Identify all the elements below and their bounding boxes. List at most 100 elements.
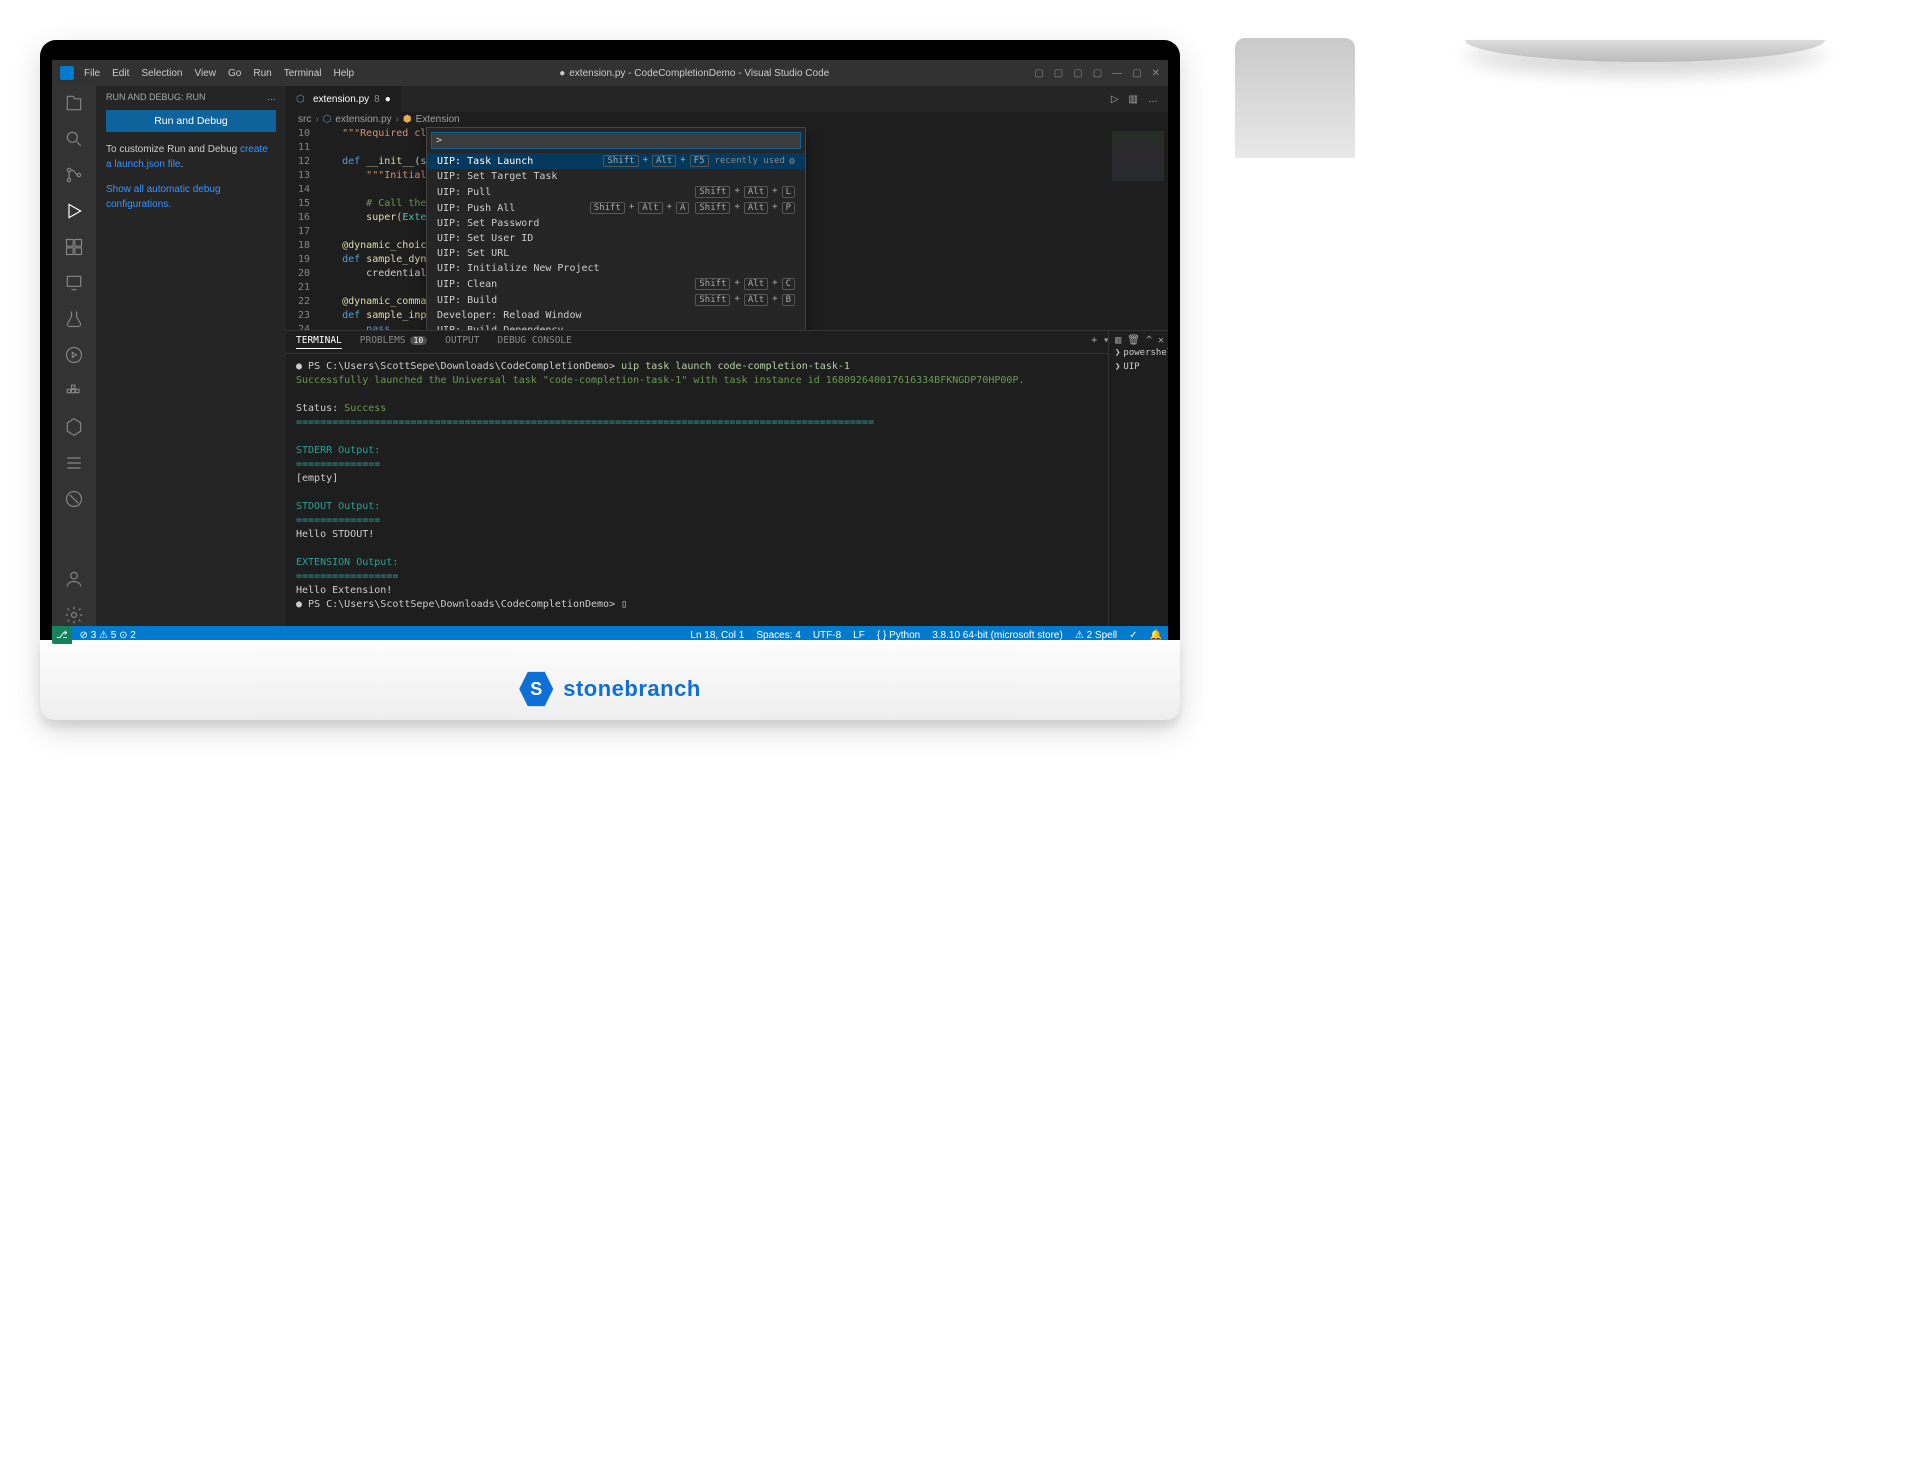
layout-icon[interactable]: ▢ [1034,68,1043,79]
stonebranch-logo-icon: S [519,670,553,708]
status-item[interactable]: ⎇ [52,626,72,644]
more-icon[interactable]: … [1148,94,1158,105]
status-item[interactable]: ⚠ 2 Spell [1075,630,1117,641]
run-icon[interactable]: ▷ [1111,94,1119,105]
dropdown-icon[interactable]: ▾ [1103,335,1109,346]
menu-go[interactable]: Go [228,68,241,79]
status-item[interactable]: 🔔 [1150,630,1162,641]
command-item[interactable]: UIP: Task LaunchShift + Alt + F5recently… [427,153,805,169]
terminal-tab-problems[interactable]: PROBLEMS10 [360,335,427,349]
layout-icon[interactable]: ▢ [1073,68,1082,79]
split-editor-icon[interactable]: ▥ [1129,94,1138,105]
settings-gear-icon[interactable] [63,604,85,626]
delete-icon[interactable]: 🗑 [1127,335,1140,346]
run-and-debug-button[interactable]: Run and Debug [106,110,276,132]
terminal-tab-terminal[interactable]: TERMINAL [296,335,342,349]
terminal-icon: ❯ [1115,362,1120,372]
tab-badge: 8 [374,94,380,105]
extensions-icon[interactable] [63,236,85,258]
terminal-panel: TERMINAL PROBLEMS10 OUTPUT DEBUG CONSOLE ● … [286,330,1168,626]
testing-icon[interactable] [63,308,85,330]
new-terminal-icon[interactable]: + [1091,335,1097,346]
brand-label: stonebranch [563,676,701,702]
menu-run[interactable]: Run [253,68,271,79]
maximize-icon[interactable]: ▢ [1132,68,1141,79]
command-item[interactable]: UIP: Set Target Task [427,169,805,184]
modified-dot-icon: ● [385,94,391,105]
command-item[interactable]: UIP: BuildShift + Alt + B [427,292,805,308]
monitor-stand [1235,38,1355,158]
status-item[interactable]: LF [853,630,865,641]
run-debug-icon[interactable] [63,200,85,222]
split-icon[interactable]: ▥ [1115,335,1121,346]
command-item[interactable]: UIP: Push AllShift + Alt + AShift + Alt … [427,200,805,216]
editor-tabs: ⬡ extension.py 8 ● ▷ ▥ … [286,86,1168,112]
activity-bar [52,86,96,626]
search-icon[interactable] [63,128,85,150]
source-control-icon[interactable] [63,164,85,186]
cancel-icon[interactable] [63,488,85,510]
menu-terminal[interactable]: Terminal [284,68,322,79]
terminal-tab-debug console[interactable]: DEBUG CONSOLE [498,335,572,349]
terminal-instance[interactable]: ❯UIP [1113,360,1164,374]
terminal-instance[interactable]: ❯powershell [1113,346,1164,360]
command-item[interactable]: UIP: Initialize New Project [427,261,805,276]
tab-extension-py[interactable]: ⬡ extension.py 8 ● [286,86,401,112]
menu-help[interactable]: Help [334,68,355,79]
sidebar-title: RUN AND DEBUG: RUN [106,92,206,102]
menu-view[interactable]: View [195,68,217,79]
tab-label: extension.py [313,94,369,105]
account-icon[interactable] [63,568,85,590]
remote-icon[interactable] [63,272,85,294]
menu-file[interactable]: File [84,68,100,79]
menu-selection[interactable]: Selection [141,68,182,79]
menu-edit[interactable]: Edit [112,68,129,79]
layout-icon[interactable]: ▢ [1054,68,1063,79]
vscode-logo-icon [60,66,74,80]
show-debug-configs-link[interactable]: Show all automatic debug configurations. [106,184,221,210]
minimap[interactable] [1108,127,1168,330]
monitor-bezel: S stonebranch [40,640,1180,720]
live-icon[interactable] [63,344,85,366]
chevron-up-icon[interactable]: ^ [1146,335,1152,346]
list-icon[interactable] [63,452,85,474]
breadcrumb[interactable]: src› ⬡extension.py› ⬢Extension [286,112,1168,127]
status-item[interactable]: ⊘ 3 ⚠ 5 ⊙ 2 [80,630,136,641]
docker-icon[interactable] [63,380,85,402]
command-item[interactable]: UIP: Set User ID [427,231,805,246]
close-icon[interactable]: ✕ [1158,335,1164,346]
close-icon[interactable]: ✕ [1152,68,1160,79]
status-item[interactable]: UTF-8 [813,630,841,641]
command-item[interactable]: UIP: Build Dependency Wheel OnlyShift + … [427,323,805,330]
terminal-icon: ❯ [1115,348,1120,358]
command-item[interactable]: UIP: Set URL [427,246,805,261]
sidebar-text: To customize Run and Debug [106,144,240,155]
line-numbers: 1011121314151617181920212223242526272829… [286,127,318,330]
status-item[interactable]: Ln 18, Col 1 [690,630,744,641]
window-title: extension.py - CodeCompletionDemo - Visu… [354,68,1034,79]
monitor-base [1465,40,1825,62]
python-file-icon: ⬡ [296,94,308,106]
hex-icon[interactable] [63,416,85,438]
minimize-icon[interactable]: — [1112,68,1122,79]
window-controls: ▢ ▢ ▢ ▢ — ▢ ✕ [1034,68,1160,79]
command-item[interactable]: UIP: Set Password [427,216,805,231]
terminal-tab-output[interactable]: OUTPUT [445,335,479,349]
run-debug-sidebar: RUN AND DEBUG: RUN … Run and Debug To cu… [96,86,286,626]
terminal-side-panel: + ▾ ▥ 🗑 ^ ✕ ❯powershell❯UIP [1108,331,1168,626]
status-item[interactable]: 3.8.10 64-bit (microsoft store) [932,630,1063,641]
gear-icon[interactable]: ⚙ [789,156,795,167]
explorer-icon[interactable] [63,92,85,114]
command-palette-input[interactable]: > [431,132,801,149]
more-icon[interactable]: … [267,92,276,102]
status-item[interactable]: { } Python [877,630,920,641]
editor-area: ⬡ extension.py 8 ● ▷ ▥ … src› ⬡extension… [286,86,1168,626]
command-item[interactable]: UIP: PullShift + Alt + L [427,184,805,200]
status-item[interactable]: ✓ [1129,630,1137,641]
layout-icon[interactable]: ▢ [1093,68,1102,79]
command-item[interactable]: Developer: Reload Window [427,308,805,323]
command-item[interactable]: UIP: CleanShift + Alt + C [427,276,805,292]
command-palette: > UIP: Task LaunchShift + Alt + F5recent… [426,127,806,330]
status-item[interactable]: Spaces: 4 [756,630,800,641]
terminal-output[interactable]: ● PS C:\Users\ScottSepe\Downloads\CodeCo… [286,354,1108,618]
